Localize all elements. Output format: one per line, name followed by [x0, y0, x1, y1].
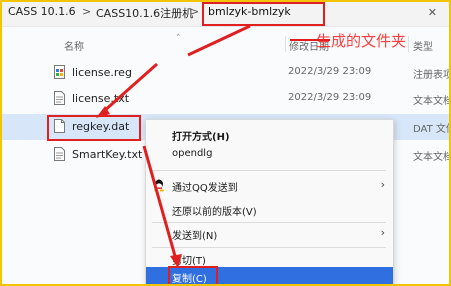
annotation-watermark: 生成的文件夹	[316, 32, 407, 50]
registry-file-icon	[54, 65, 65, 79]
menu-item-label: 发送到(N)	[172, 231, 218, 242]
file-name: license.txt	[72, 92, 130, 105]
breadcrumb-separator: >	[190, 5, 200, 18]
menu-item-label: 还原以前的版本(V)	[172, 207, 257, 218]
menu-separator	[152, 222, 386, 223]
file-date: 2022/3/29 23:09	[288, 66, 372, 77]
menu-item-opendlg[interactable]: opendlg	[146, 145, 393, 165]
qq-icon	[154, 179, 164, 192]
column-header-name[interactable]: 名称	[64, 38, 84, 53]
file-type: DAT 文件	[413, 124, 449, 135]
breadcrumb-item-cass[interactable]: CASS 10.1.6	[8, 5, 76, 18]
file-type: 注册表项	[413, 70, 451, 81]
context-menu: 打开方式(H) opendlg 通过QQ发送到 › 还原以前的版本(V) 发送到…	[145, 119, 394, 285]
submenu-arrow-icon: ›	[380, 178, 385, 191]
breadcrumb-item-current-folder[interactable]: bmlzyk-bmlzyk	[208, 5, 291, 18]
file-name: SmartKey.txt	[72, 148, 143, 161]
explorer-window: CASS 10.1.6 > CASS10.1.6注册机 > bmlzyk-bml…	[0, 0, 451, 286]
file-type: 文本文档	[413, 152, 451, 163]
menu-item-copy[interactable]: 复制(C)	[146, 266, 393, 285]
column-divider[interactable]	[408, 36, 409, 52]
menu-separator	[152, 170, 386, 171]
file-name: license.reg	[72, 66, 132, 79]
file-date: 2022/3/29 23:09	[288, 92, 372, 103]
sort-chevron-icon: ˄	[176, 34, 181, 44]
file-row[interactable]: license.txt 2022/3/29 23:09 文本文档	[2, 86, 449, 112]
column-header-type[interactable]: 类型	[413, 38, 433, 53]
menu-item-send-via-qq[interactable]: 通过QQ发送到 ›	[146, 176, 393, 196]
menu-item-label: 打开方式(H)	[172, 132, 230, 143]
breadcrumb-separator: >	[82, 5, 92, 18]
menu-item-open-with[interactable]: 打开方式(H)	[146, 125, 393, 145]
column-divider[interactable]	[285, 36, 286, 52]
file-type: 文本文档	[413, 96, 451, 107]
breadcrumb-item-keygen[interactable]: CASS10.1.6注册机	[96, 5, 193, 21]
menu-item-label: 复制(C)	[172, 274, 207, 285]
submenu-arrow-icon: ›	[380, 226, 385, 239]
text-file-icon	[54, 91, 65, 105]
menu-separator	[152, 247, 386, 248]
menu-item-send-to[interactable]: 发送到(N) ›	[146, 224, 393, 244]
annotation-file-highlight-box	[47, 115, 141, 141]
menu-item-label: 通过QQ发送到	[172, 183, 238, 194]
file-row[interactable]: license.reg 2022/3/29 23:09 注册表项	[2, 60, 449, 86]
close-icon[interactable]: ✕	[428, 6, 437, 19]
menu-item-restore-previous[interactable]: 还原以前的版本(V)	[146, 200, 393, 220]
menu-item-label: 剪切(T)	[172, 256, 206, 267]
address-bar[interactable]: CASS 10.1.6 > CASS10.1.6注册机 > bmlzyk-bml…	[2, 2, 449, 27]
text-file-icon	[54, 147, 65, 161]
menu-item-label: opendlg	[172, 148, 213, 159]
